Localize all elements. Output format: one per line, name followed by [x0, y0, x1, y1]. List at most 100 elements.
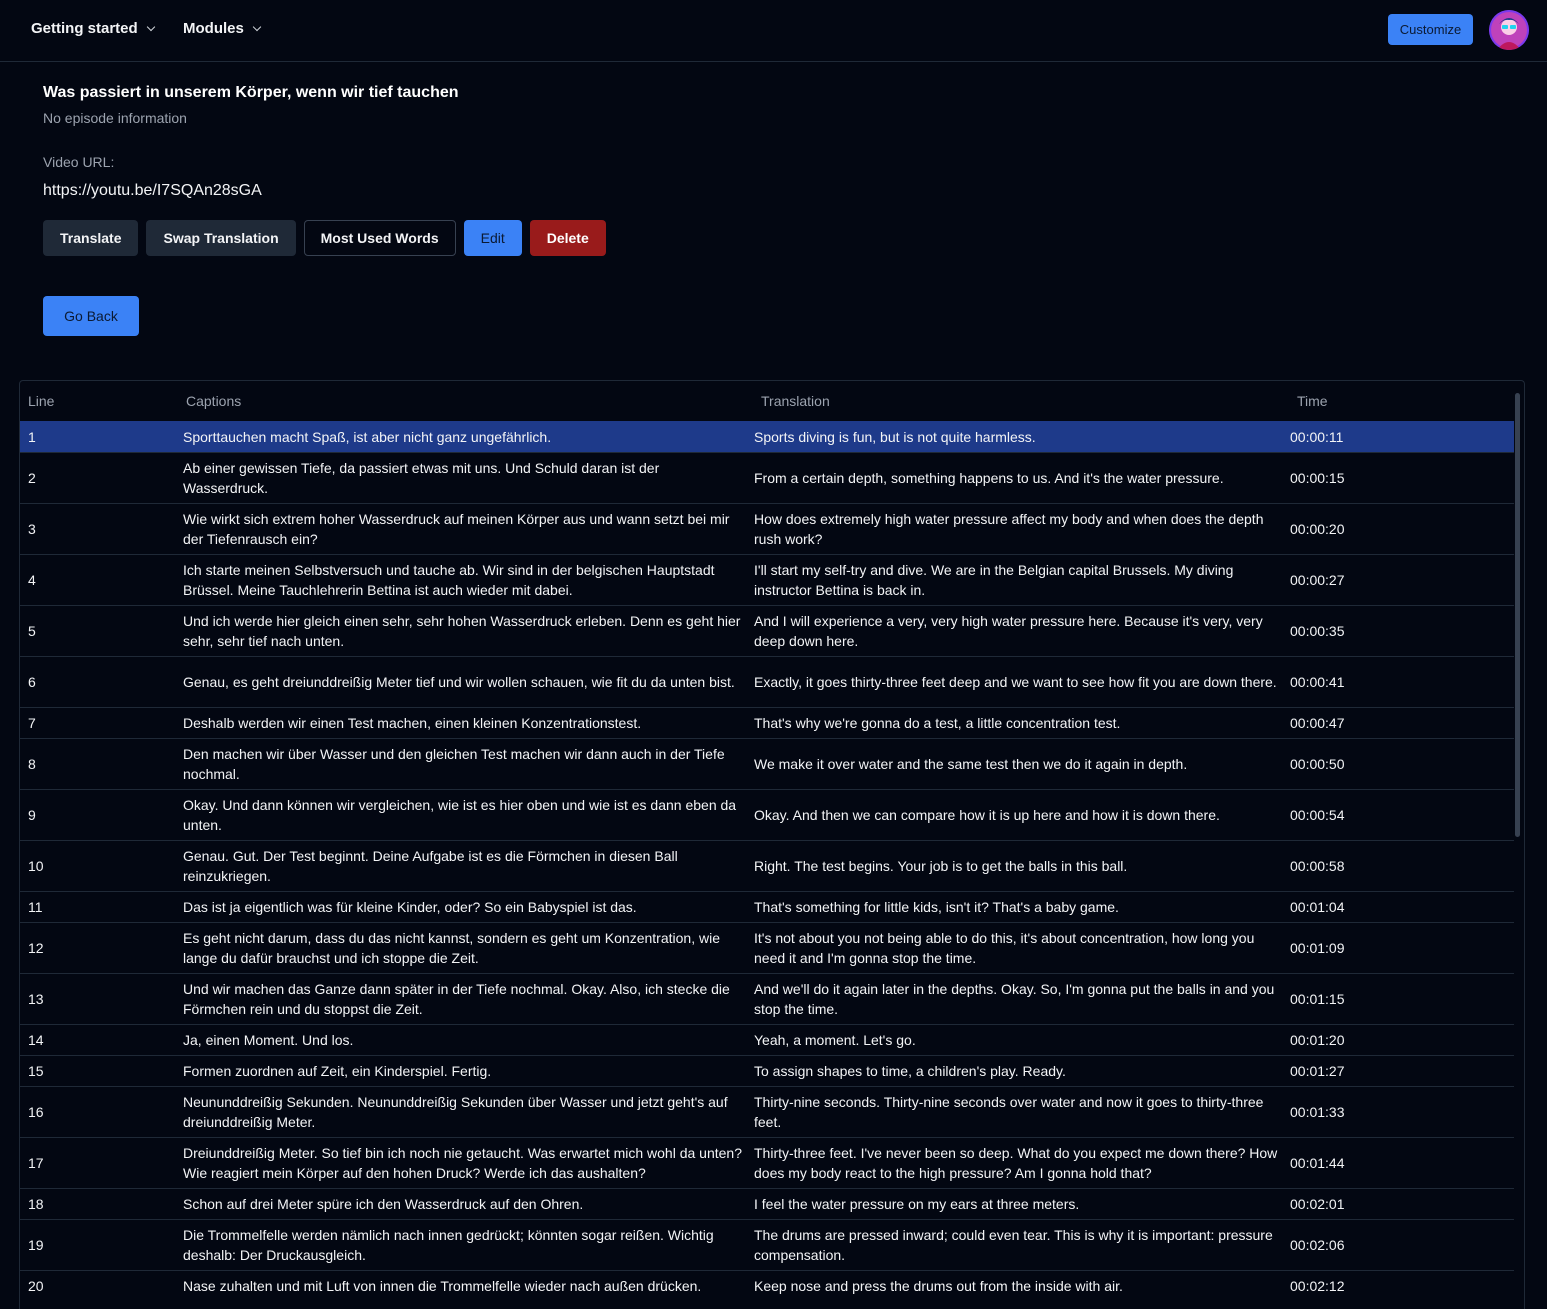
row-time: 00:01:44 — [1282, 1136, 1514, 1188]
captions-table-container: Line Captions Translation Time 1 Sporttau… — [19, 380, 1525, 1309]
table-header-row: Line Captions Translation Time — [20, 381, 1514, 421]
row-line-number: 15 — [20, 1054, 175, 1086]
row-time: 00:00:41 — [1282, 655, 1514, 707]
row-caption: Genau, es geht dreiunddreißig Meter tief… — [175, 655, 746, 707]
row-line-number: 13 — [20, 972, 175, 1024]
modules-label: Modules — [183, 20, 244, 37]
row-caption: Formen zuordnen auf Zeit, ein Kinderspie… — [175, 1054, 746, 1086]
captions-table: Line Captions Translation Time 1 Sporttau… — [20, 381, 1514, 1301]
row-line-number: 12 — [20, 921, 175, 973]
table-row[interactable]: 20 Nase zuhalten und mit Luft von innen d… — [20, 1269, 1514, 1301]
row-translation: It's not about you not being able to do … — [746, 921, 1282, 973]
modules-menu[interactable]: Modules — [183, 20, 262, 37]
row-time: 00:00:54 — [1282, 788, 1514, 840]
customize-button[interactable]: Customize — [1388, 14, 1473, 45]
table-row[interactable]: 1 Sporttauchen macht Spaß, ist aber nicht… — [20, 420, 1514, 452]
table-row[interactable]: 18 Schon auf drei Meter spüre ich den Was… — [20, 1187, 1514, 1219]
row-line-number: 16 — [20, 1085, 175, 1137]
row-time: 00:00:47 — [1282, 706, 1514, 738]
row-caption: Wie wirkt sich extrem hoher Wasserdruck … — [175, 502, 746, 554]
row-caption: Neununddreißig Sekunden. Neununddreißig … — [175, 1085, 746, 1137]
row-caption: Und wir machen das Ganze dann später in … — [175, 972, 746, 1024]
table-row[interactable]: 13 Und wir machen das Ganze dann später i… — [20, 972, 1514, 1024]
table-row[interactable]: 11 Das ist ja eigentlich was für kleine K… — [20, 890, 1514, 922]
table-row[interactable]: 16 Neununddreißig Sekunden. Neununddreißi… — [20, 1085, 1514, 1137]
row-caption: Den machen wir über Wasser und den gleic… — [175, 737, 746, 789]
most-used-words-button[interactable]: Most Used Words — [303, 220, 456, 256]
row-translation: I'll start my self-try and dive. We are … — [746, 553, 1282, 605]
header-translation: Translation — [761, 392, 830, 409]
avatar[interactable] — [1489, 10, 1529, 50]
row-caption: Das ist ja eigentlich was für kleine Kin… — [175, 890, 746, 922]
row-translation: Exactly, it goes thirty-three feet deep … — [746, 655, 1282, 707]
row-caption: Okay. Und dann können wir vergleichen, w… — [175, 788, 746, 840]
row-time: 00:00:35 — [1282, 604, 1514, 656]
row-caption: Schon auf drei Meter spüre ich den Wasse… — [175, 1187, 746, 1219]
edit-button[interactable]: Edit — [463, 220, 522, 256]
action-bar: Translate Swap Translation Most Used Wor… — [43, 220, 606, 256]
row-caption: Nase zuhalten und mit Luft von innen die… — [175, 1269, 746, 1301]
row-caption: Ja, einen Moment. Und los. — [175, 1023, 746, 1055]
row-time: 00:01:15 — [1282, 972, 1514, 1024]
episode-subtitle: No episode information — [43, 110, 187, 126]
row-line-number: 4 — [20, 553, 175, 605]
row-line-number: 19 — [20, 1218, 175, 1270]
row-caption: Ich starte meinen Selbstversuch und tauc… — [175, 553, 746, 605]
row-time: 00:02:06 — [1282, 1218, 1514, 1270]
row-time: 00:00:27 — [1282, 553, 1514, 605]
row-time: 00:01:20 — [1282, 1023, 1514, 1055]
table-row[interactable]: 4 Ich starte meinen Selbstversuch und tau… — [20, 553, 1514, 605]
row-line-number: 2 — [20, 451, 175, 503]
row-caption: Deshalb werden wir einen Test machen, ei… — [175, 706, 746, 738]
row-caption: Die Trommelfelle werden nämlich nach inn… — [175, 1218, 746, 1270]
table-scrollbar[interactable] — [1515, 393, 1520, 837]
table-row[interactable]: 6 Genau, es geht dreiunddreißig Meter tie… — [20, 655, 1514, 707]
row-time: 00:00:15 — [1282, 451, 1514, 503]
top-navbar: Getting started Modules Customize — [0, 0, 1547, 62]
row-line-number: 20 — [20, 1269, 175, 1301]
row-translation: And we'll do it again later in the depth… — [746, 972, 1282, 1024]
table-row[interactable]: 5 Und ich werde hier gleich einen sehr, s… — [20, 604, 1514, 656]
row-translation: Thirty-nine seconds. Thirty-nine seconds… — [746, 1085, 1282, 1137]
row-translation: Right. The test begins. Your job is to g… — [746, 839, 1282, 891]
row-translation: That's something for little kids, isn't … — [746, 890, 1282, 922]
table-row[interactable]: 15 Formen zuordnen auf Zeit, ein Kindersp… — [20, 1054, 1514, 1086]
row-caption: Genau. Gut. Der Test beginnt. Deine Aufg… — [175, 839, 746, 891]
table-row[interactable]: 8 Den machen wir über Wasser und den glei… — [20, 737, 1514, 789]
table-row[interactable]: 9 Okay. Und dann können wir vergleichen, … — [20, 788, 1514, 840]
row-time: 00:01:04 — [1282, 890, 1514, 922]
row-translation: From a certain depth, something happens … — [746, 451, 1282, 503]
row-time: 00:00:11 — [1282, 420, 1514, 452]
row-caption: Ab einer gewissen Tiefe, da passiert etw… — [175, 451, 746, 503]
go-back-button[interactable]: Go Back — [43, 296, 139, 336]
user-avatar-icon — [1489, 10, 1529, 50]
row-line-number: 9 — [20, 788, 175, 840]
row-line-number: 14 — [20, 1023, 175, 1055]
row-translation: Thirty-three feet. I've never been so de… — [746, 1136, 1282, 1188]
row-translation: And I will experience a very, very high … — [746, 604, 1282, 656]
table-row[interactable]: 3 Wie wirkt sich extrem hoher Wasserdruck… — [20, 502, 1514, 554]
row-translation: Sports diving is fun, but is not quite h… — [746, 420, 1282, 452]
table-row[interactable]: 10 Genau. Gut. Der Test beginnt. Deine Au… — [20, 839, 1514, 891]
row-line-number: 5 — [20, 604, 175, 656]
table-row[interactable]: 7 Deshalb werden wir einen Test machen, e… — [20, 706, 1514, 738]
header-line: Line — [28, 392, 55, 409]
row-translation: We make it over water and the same test … — [746, 737, 1282, 789]
table-row[interactable]: 19 Die Trommelfelle werden nämlich nach i… — [20, 1218, 1514, 1270]
table-row[interactable]: 2 Ab einer gewissen Tiefe, da passiert et… — [20, 451, 1514, 503]
episode-title: Was passiert in unserem Körper, wenn wir… — [43, 84, 459, 101]
table-row[interactable]: 12 Es geht nicht darum, dass du das nicht… — [20, 921, 1514, 973]
row-translation: Keep nose and press the drums out from t… — [746, 1269, 1282, 1301]
table-row[interactable]: 17 Dreiunddreißig Meter. So tief bin ich … — [20, 1136, 1514, 1188]
table-row[interactable]: 14 Ja, einen Moment. Und los. Yeah, a mome… — [20, 1023, 1514, 1055]
getting-started-menu[interactable]: Getting started — [31, 20, 155, 37]
translate-button[interactable]: Translate — [43, 220, 139, 256]
delete-button[interactable]: Delete — [529, 220, 606, 256]
swap-translation-button[interactable]: Swap Translation — [146, 220, 296, 256]
row-translation: Yeah, a moment. Let's go. — [746, 1023, 1282, 1055]
table-body: 1 Sporttauchen macht Spaß, ist aber nicht… — [20, 420, 1514, 1301]
row-line-number: 3 — [20, 502, 175, 554]
row-caption: Sporttauchen macht Spaß, ist aber nicht … — [175, 420, 746, 452]
row-translation: I feel the water pressure on my ears at … — [746, 1187, 1282, 1219]
row-line-number: 8 — [20, 737, 175, 789]
